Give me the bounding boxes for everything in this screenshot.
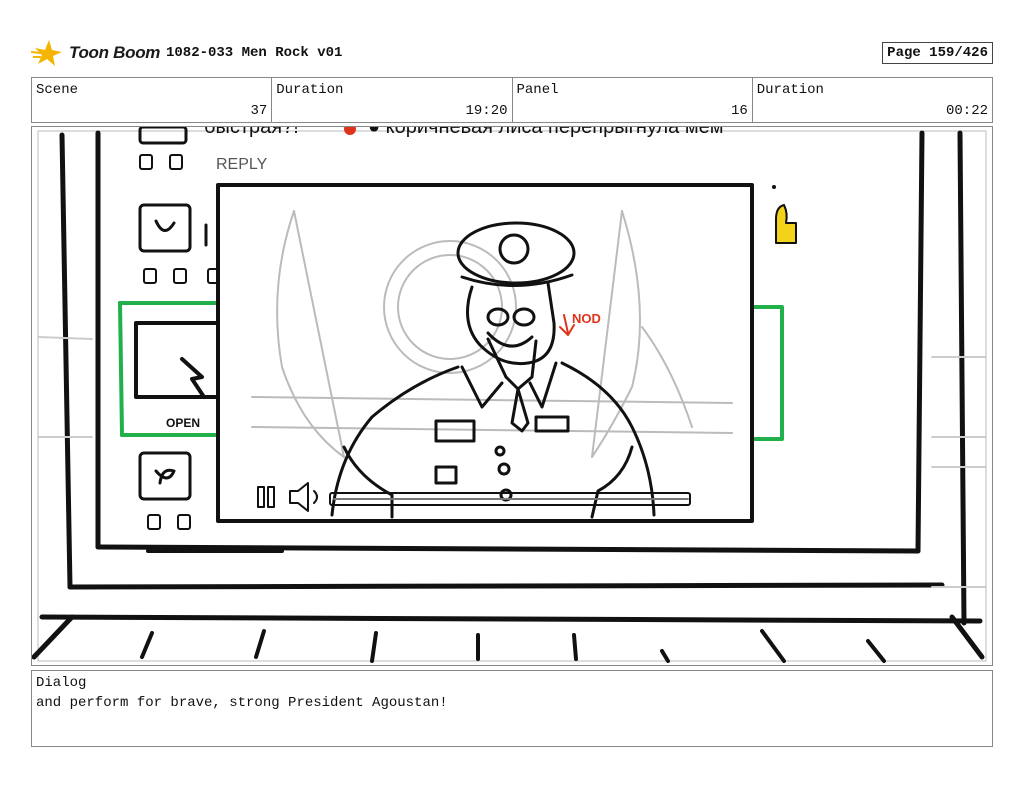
panel-sketch: быстрая?! ● коричневая лиса перепрыгнула…: [32, 127, 987, 663]
duration-cell: Duration 19:20: [272, 78, 513, 122]
dialog-label: Dialog: [36, 675, 87, 691]
scene-info-row: Scene 37 Duration 19:20 Panel 16 Duratio…: [31, 77, 993, 123]
toon-boom-logo: Toon Boom: [31, 38, 160, 68]
project-title: 1082-033 Men Rock v01: [166, 45, 343, 61]
page-header: Toon Boom 1082-033 Men Rock v01 Page 159…: [31, 36, 993, 72]
panel-duration-cell: Duration 00:22: [753, 78, 992, 122]
reply-text: REPLY: [216, 156, 268, 173]
duration-value: 19:20: [465, 103, 508, 119]
scene-cell: Scene 37: [32, 78, 273, 122]
panel-label: Panel: [516, 82, 559, 98]
logo-star-icon: [31, 40, 62, 66]
keyboard-ticks: [140, 629, 886, 663]
logo-text: Toon Boom: [69, 43, 161, 62]
nod-annotation: NOD: [572, 311, 601, 326]
svg-text:быстрая?!: быстрая?!: [204, 127, 299, 138]
panel-duration-value: 00:22: [945, 103, 988, 119]
video-player: NOD: [216, 183, 754, 523]
panel-duration-label: Duration: [756, 82, 824, 98]
duration-label: Duration: [276, 82, 344, 98]
scene-value: 37: [250, 103, 268, 119]
page-indicator: Page 159/426: [882, 42, 993, 64]
svg-text:● коричневая лиса перепрыгнула: ● коричневая лиса перепрыгнула мем: [368, 127, 723, 138]
dialog-text: and perform for brave, strong President …: [36, 695, 448, 711]
dialog-box: Dialog and perform for brave, strong Pre…: [31, 670, 993, 747]
panel-value: 16: [730, 103, 748, 119]
open-text: OPEN: [166, 416, 200, 430]
storyboard-panel: быстрая?! ● коричневая лиса перепрыгнула…: [31, 126, 993, 666]
panel-cell: Panel 16: [513, 78, 753, 122]
thumbs-up-icon: [772, 185, 797, 244]
scene-label: Scene: [36, 82, 79, 98]
